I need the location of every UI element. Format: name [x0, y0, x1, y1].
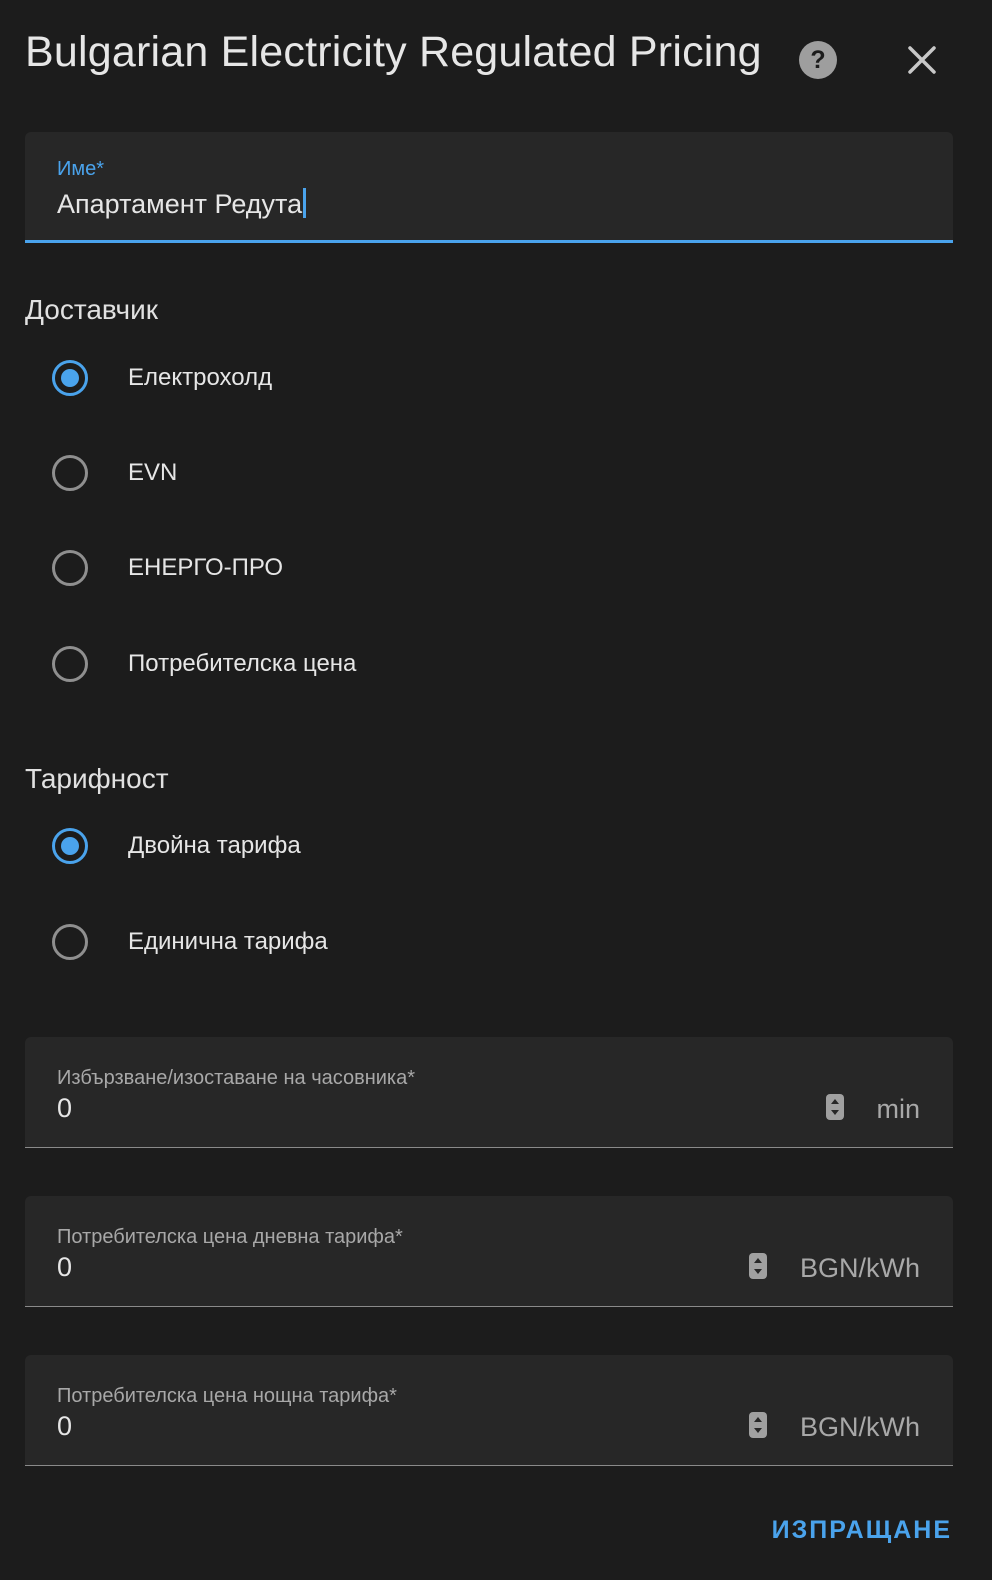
clock-offset-value[interactable]: 0 — [57, 1093, 72, 1124]
spinner-icon[interactable] — [749, 1253, 767, 1279]
svg-text:?: ? — [810, 46, 825, 74]
radio-unchecked-icon[interactable] — [52, 646, 88, 682]
provider-option-label: Електрохолд — [128, 364, 273, 391]
day-tariff-price-label: Потребителска цена дневна тарифа* — [57, 1226, 403, 1248]
help-circle-icon[interactable]: ? — [798, 40, 838, 80]
provider-option-label: ЕНЕРГО-ПРО — [128, 554, 284, 581]
tariff-option-label: Единична тарифа — [128, 928, 328, 955]
provider-option-custom-price[interactable]: Потребителска цена — [50, 640, 356, 688]
close-icon[interactable] — [902, 40, 942, 80]
day-tariff-price-value[interactable]: 0 — [57, 1252, 72, 1283]
provider-option-label: Потребителска цена — [128, 650, 357, 677]
provider-option-elektrohold[interactable]: Електрохолд — [50, 354, 272, 402]
tariff-section-title: Тарифност — [25, 763, 169, 794]
night-tariff-price-field[interactable]: Потребителска цена нощна тарифа* 0 BGN/k… — [25, 1355, 953, 1466]
tariff-option-label: Двойна тарифа — [128, 832, 301, 859]
clock-offset-unit: min — [876, 1094, 920, 1124]
dialog-title: Bulgarian Electricity Regulated Pricing — [25, 28, 762, 76]
name-field-value[interactable]: Апартамент Редута — [57, 188, 307, 220]
spinner-icon[interactable] — [826, 1094, 844, 1120]
day-tariff-price-field[interactable]: Потребителска цена дневна тарифа* 0 BGN/… — [25, 1196, 953, 1307]
text-caret — [303, 188, 307, 218]
spinner-icon[interactable] — [749, 1412, 767, 1438]
night-tariff-price-value[interactable]: 0 — [57, 1411, 72, 1442]
name-field-label: Име* — [57, 158, 105, 180]
provider-option-energo-pro[interactable]: ЕНЕРГО-ПРО — [50, 544, 283, 592]
night-tariff-price-unit: BGN/kWh — [799, 1412, 920, 1442]
clock-offset-label: Избързване/изоставане на часовника* — [57, 1067, 416, 1089]
name-field-text: Апартамент Редута — [57, 189, 303, 219]
tariff-option-dual[interactable]: Двойна тарифа — [50, 822, 301, 870]
provider-option-label: EVN — [128, 459, 178, 486]
radio-unchecked-icon[interactable] — [52, 550, 88, 586]
submit-button[interactable]: ИЗПРАЩАНЕ — [772, 1516, 952, 1545]
day-tariff-price-unit: BGN/kWh — [799, 1253, 920, 1283]
radio-unchecked-icon[interactable] — [52, 455, 88, 491]
tariff-option-single[interactable]: Единична тарифа — [50, 918, 328, 966]
radio-checked-icon[interactable] — [52, 360, 88, 396]
night-tariff-price-label: Потребителска цена нощна тарифа* — [57, 1385, 397, 1407]
provider-section-title: Доставчик — [25, 294, 159, 325]
provider-option-evn[interactable]: EVN — [50, 449, 177, 497]
radio-checked-icon[interactable] — [52, 828, 88, 864]
name-field[interactable]: Име* Апартамент Редута — [25, 132, 953, 243]
clock-offset-field[interactable]: Избързване/изоставане на часовника* 0 mi… — [25, 1037, 953, 1148]
radio-unchecked-icon[interactable] — [52, 924, 88, 960]
